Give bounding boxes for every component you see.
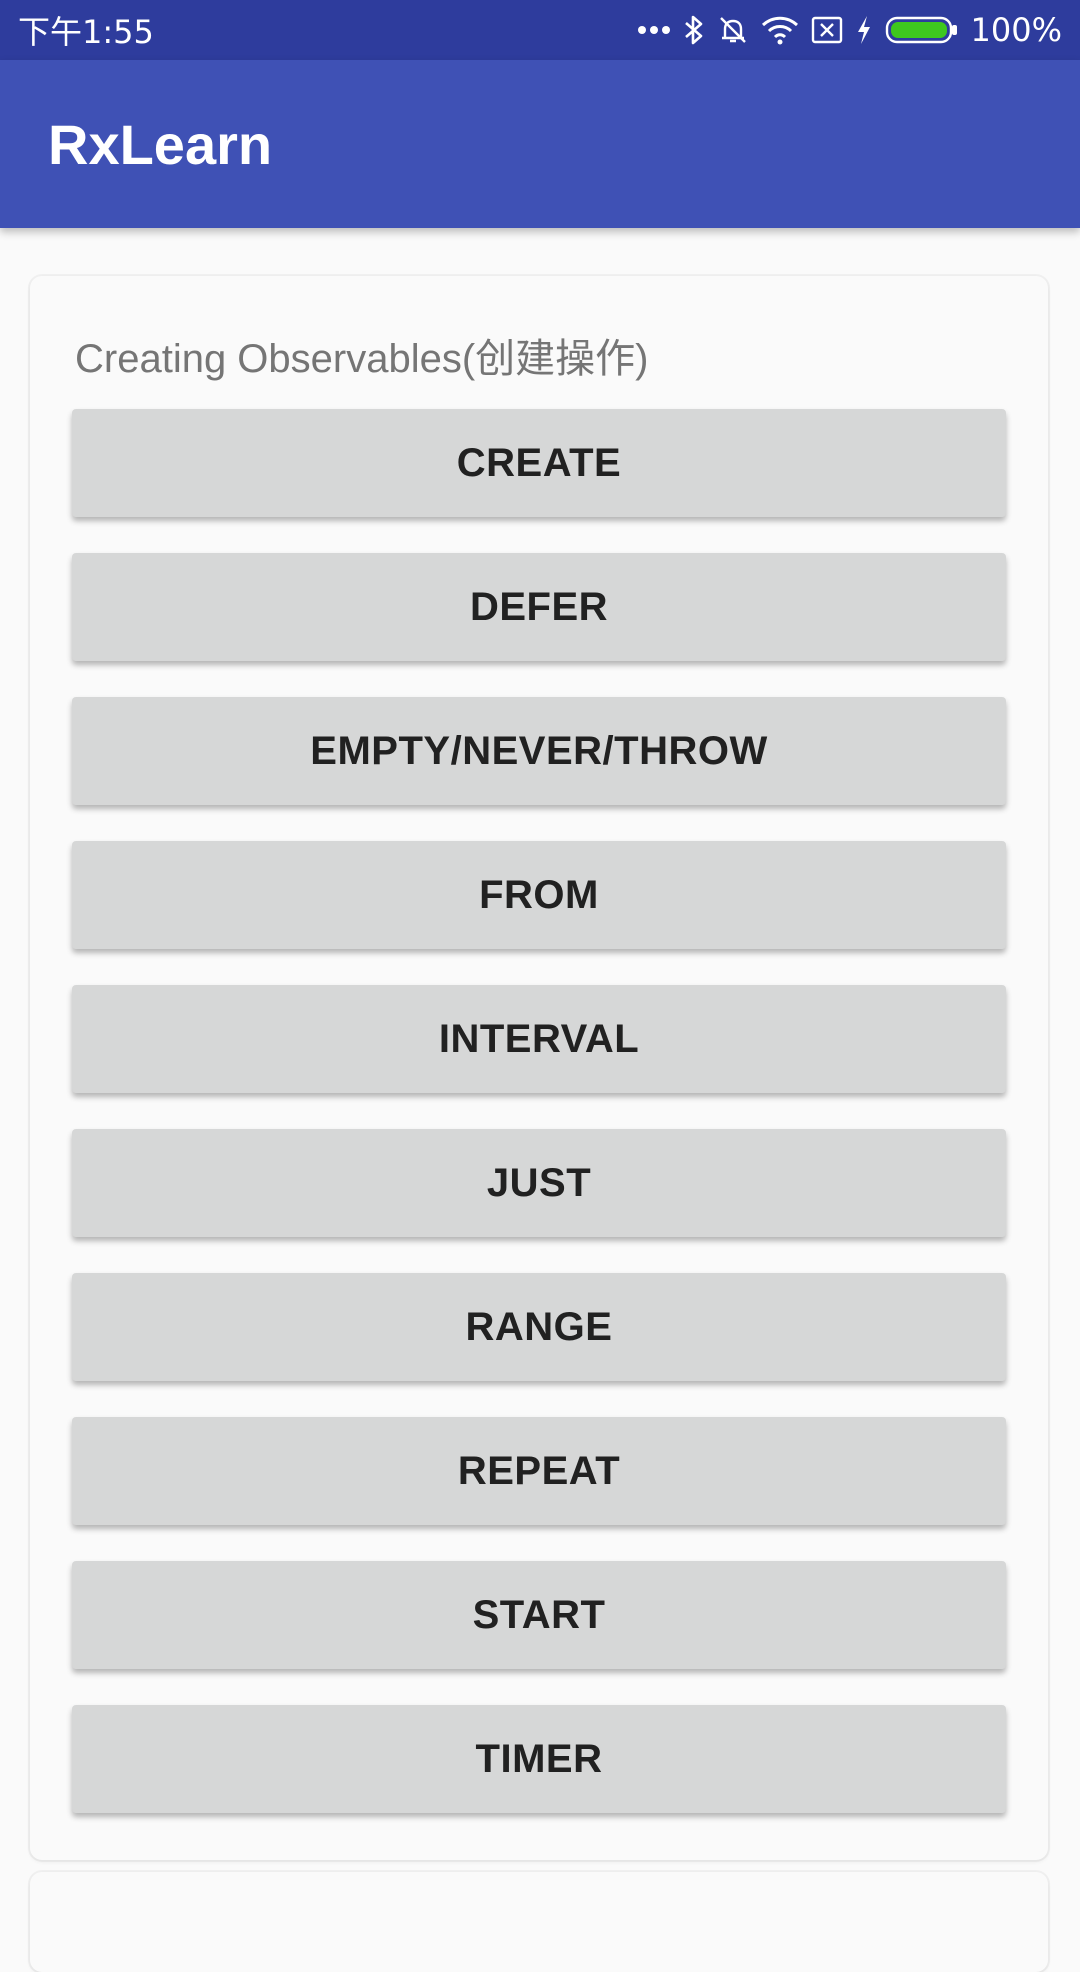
range-button[interactable]: RANGE bbox=[72, 1273, 1006, 1381]
more-dots-icon bbox=[637, 10, 671, 50]
battery-icon bbox=[885, 10, 959, 50]
notifications-off-icon bbox=[717, 10, 749, 50]
create-button[interactable]: CREATE bbox=[72, 409, 1006, 517]
creating-observables-card: Creating Observables(创建操作) CREATE DEFER … bbox=[30, 276, 1048, 1860]
section-title: Creating Observables(创建操作) bbox=[75, 337, 649, 381]
app-bar: RxLearn bbox=[0, 60, 1080, 228]
next-section-card bbox=[30, 1872, 1048, 1972]
battery-percent: 100% bbox=[970, 11, 1062, 49]
charging-bolt-icon bbox=[855, 10, 873, 50]
no-sim-icon bbox=[811, 10, 843, 50]
timer-button[interactable]: TIMER bbox=[72, 1705, 1006, 1813]
repeat-button[interactable]: REPEAT bbox=[72, 1417, 1006, 1525]
bluetooth-icon bbox=[683, 10, 705, 50]
defer-button[interactable]: DEFER bbox=[72, 553, 1006, 661]
interval-button[interactable]: INTERVAL bbox=[72, 985, 1006, 1093]
app-title: RxLearn bbox=[48, 112, 273, 176]
status-icons: 100% bbox=[637, 10, 1062, 50]
wifi-icon bbox=[761, 10, 799, 50]
status-time: 下午1:55 bbox=[18, 13, 154, 51]
from-button[interactable]: FROM bbox=[72, 841, 1006, 949]
just-button[interactable]: JUST bbox=[72, 1129, 1006, 1237]
empty-never-throw-button[interactable]: EMPTY/NEVER/THROW bbox=[72, 697, 1006, 805]
status-bar: 下午1:55 100% bbox=[0, 0, 1080, 60]
start-button[interactable]: START bbox=[72, 1561, 1006, 1669]
